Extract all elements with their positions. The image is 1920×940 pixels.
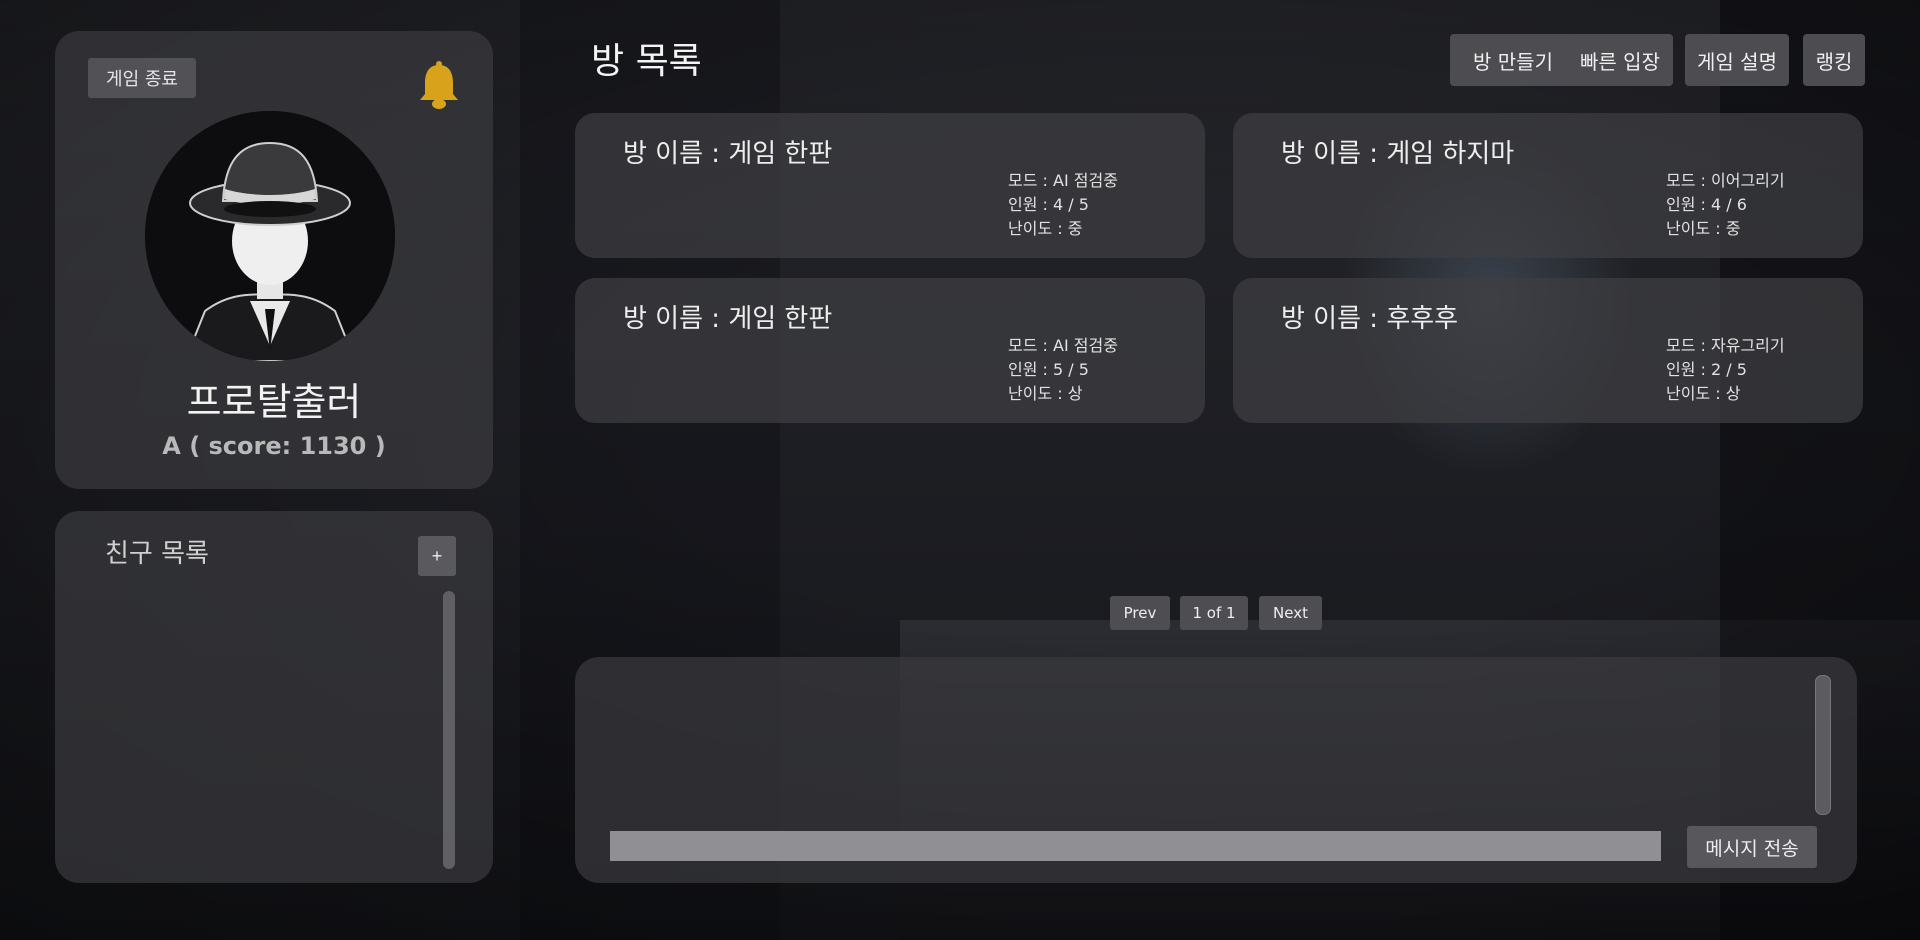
room-difficulty: 난이도 : 상: [1666, 384, 1741, 403]
room-card[interactable]: 방 이름 : 게임 한판 모드 : AI 점검중 인원 : 5 / 5 난이도 …: [575, 278, 1205, 423]
profile-panel: 게임 종료 프로탈출러 A ( score: 1130 ): [55, 31, 493, 489]
quick-join-button[interactable]: 빠른 입장: [1567, 34, 1673, 86]
page-title: 방 목록: [591, 41, 702, 82]
bell-icon[interactable]: [417, 59, 461, 111]
friends-scrollbar[interactable]: [443, 591, 455, 869]
room-difficulty: 난이도 : 중: [1008, 219, 1083, 238]
room-info: 모드 : AI 점검중 인원 : 5 / 5 난이도 : 상: [1008, 334, 1118, 406]
room-info: 모드 : 이어그리기 인원 : 4 / 6 난이도 : 중: [1666, 169, 1785, 241]
room-mode: 모드 : 자유그리기: [1666, 336, 1785, 355]
room-mode: 모드 : 이어그리기: [1666, 171, 1785, 190]
room-card[interactable]: 방 이름 : 게임 하지마 모드 : 이어그리기 인원 : 4 / 6 난이도 …: [1233, 113, 1863, 258]
room-info: 모드 : 자유그리기 인원 : 2 / 5 난이도 : 상: [1666, 334, 1785, 406]
next-page-button[interactable]: Next: [1259, 596, 1322, 630]
chat-scrollbar[interactable]: [1815, 675, 1831, 815]
friends-title: 친구 목록: [105, 539, 209, 569]
chat-input[interactable]: [610, 831, 1661, 861]
room-name: 방 이름 : 게임 한판: [623, 139, 833, 169]
room-players: 인원 : 4 / 6: [1666, 195, 1747, 214]
room-info: 모드 : AI 점검중 인원 : 4 / 5 난이도 : 중: [1008, 169, 1118, 241]
send-message-button[interactable]: 메시지 전송: [1687, 826, 1817, 868]
chat-panel: 메시지 전송: [575, 657, 1857, 883]
create-room-button[interactable]: 방 만들기: [1450, 34, 1576, 86]
room-difficulty: 난이도 : 상: [1008, 384, 1083, 403]
room-name: 방 이름 : 후후후: [1281, 304, 1459, 334]
avatar: [145, 111, 395, 361]
room-players: 인원 : 4 / 5: [1008, 195, 1089, 214]
nickname: 프로탈출러: [186, 380, 362, 424]
score-text: A ( score: 1130 ): [162, 432, 386, 460]
game-help-button[interactable]: 게임 설명: [1685, 34, 1789, 86]
room-players: 인원 : 2 / 5: [1666, 360, 1747, 379]
room-name: 방 이름 : 게임 한판: [623, 304, 833, 334]
room-card[interactable]: 방 이름 : 게임 한판 모드 : AI 점검중 인원 : 4 / 5 난이도 …: [575, 113, 1205, 258]
room-mode: 모드 : AI 점검중: [1008, 336, 1118, 355]
prev-page-button[interactable]: Prev: [1110, 596, 1170, 630]
add-friend-button[interactable]: +: [418, 536, 456, 576]
room-difficulty: 난이도 : 중: [1666, 219, 1741, 238]
exit-game-button[interactable]: 게임 종료: [88, 58, 196, 98]
ranking-button[interactable]: 랭킹: [1803, 34, 1865, 86]
room-players: 인원 : 5 / 5: [1008, 360, 1089, 379]
room-name: 방 이름 : 게임 하지마: [1281, 139, 1515, 169]
room-mode: 모드 : AI 점검중: [1008, 171, 1118, 190]
page-indicator: 1 of 1: [1180, 596, 1248, 630]
friends-panel: 친구 목록 +: [55, 511, 493, 883]
room-card[interactable]: 방 이름 : 후후후 모드 : 자유그리기 인원 : 2 / 5 난이도 : 상: [1233, 278, 1863, 423]
